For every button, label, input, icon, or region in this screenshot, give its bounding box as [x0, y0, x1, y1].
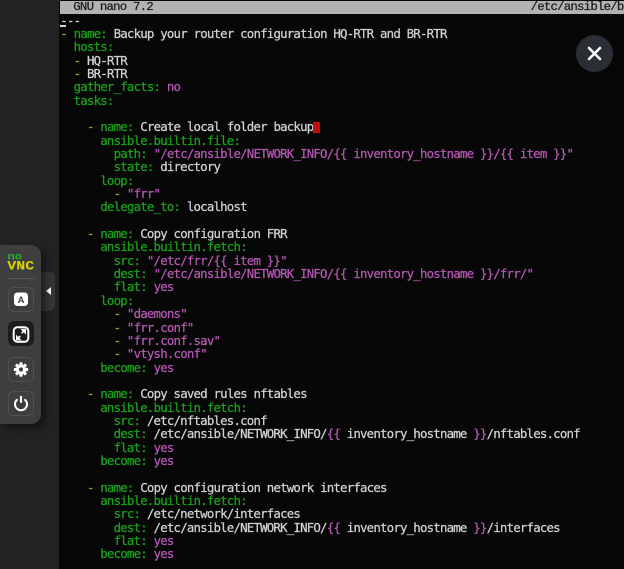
svg-text:VNC: VNC: [7, 260, 35, 274]
svg-text:A: A: [18, 295, 25, 306]
